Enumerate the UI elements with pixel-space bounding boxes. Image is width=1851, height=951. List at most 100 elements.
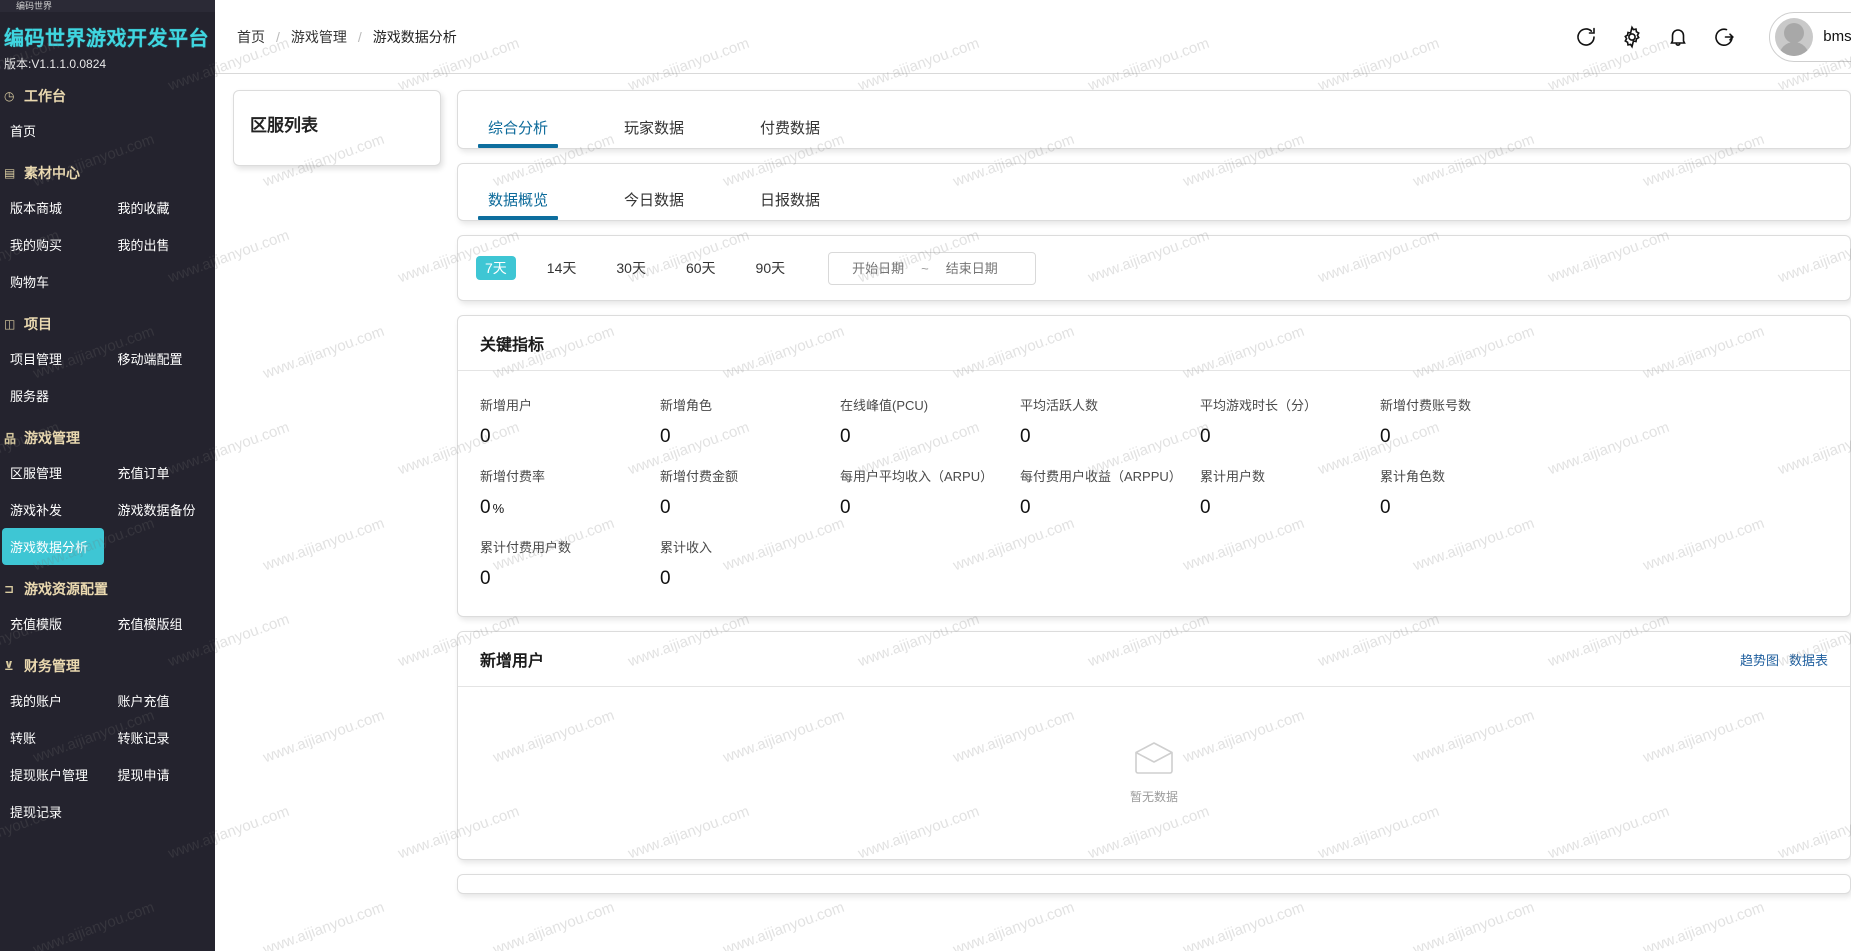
metric-value-wrap: 0 bbox=[840, 426, 1020, 448]
sidebar-item-6-2[interactable]: 账户充值 bbox=[108, 682, 216, 719]
chart-action-2[interactable]: 数据表 bbox=[1789, 650, 1828, 669]
subtab-2[interactable]: 今日数据 bbox=[618, 193, 690, 220]
sidebar-item-4-3[interactable]: 游戏补发 bbox=[0, 491, 108, 528]
sidebar-group-6[interactable]: ⊻ 财务管理 bbox=[0, 642, 215, 682]
finance-icon: ⊻ bbox=[4, 659, 18, 673]
new-users-chart-title: 新增用户 bbox=[480, 647, 544, 671]
metric-cell: 新增付费率 0% bbox=[480, 456, 660, 527]
metric-label: 累计用户数 bbox=[1200, 466, 1380, 485]
metric-value-wrap: 0 bbox=[660, 426, 840, 448]
sidebar-group-links: 我的账户账户充值转账转账记录提现账户管理提现申请提现记录 bbox=[0, 682, 215, 830]
metric-label: 累计收入 bbox=[660, 537, 840, 556]
metric-label: 平均活跃人数 bbox=[1020, 395, 1200, 414]
sidebar-item-6-3[interactable]: 转账 bbox=[0, 719, 108, 756]
top-bar-actions: bmsj123 bbox=[1573, 12, 1851, 62]
sidebar-item-2-5[interactable]: 购物车 bbox=[0, 263, 108, 300]
sidebar-item-6-1[interactable]: 我的账户 bbox=[0, 682, 108, 719]
subtab-3[interactable]: 日报数据 bbox=[754, 193, 826, 220]
sidebar-item-3-2[interactable]: 移动端配置 bbox=[108, 340, 216, 377]
range-button-4[interactable]: 60天 bbox=[677, 256, 725, 281]
metric-cell: 累计用户数 0 bbox=[1200, 456, 1380, 527]
sidebar-item-6-6[interactable]: 提现申请 bbox=[108, 756, 216, 793]
sidebar-item-3-1[interactable]: 项目管理 bbox=[0, 340, 108, 377]
end-date-input[interactable] bbox=[933, 261, 1011, 276]
sidebar-group-label: 财务管理 bbox=[24, 656, 80, 676]
range-button-3[interactable]: 30天 bbox=[607, 256, 655, 281]
sidebar-group-2[interactable]: ▤素材中心 bbox=[0, 149, 215, 189]
sidebar-item-4-1[interactable]: 区服管理 bbox=[0, 454, 108, 491]
sidebar-group-4[interactable]: 品游戏管理 bbox=[0, 414, 215, 454]
metric-cell: 平均活跃人数 0 bbox=[1020, 385, 1200, 456]
refresh-icon[interactable] bbox=[1573, 24, 1599, 50]
date-range-tilde: ~ bbox=[917, 261, 933, 276]
breadcrumb-item-game-management[interactable]: 游戏管理 bbox=[289, 27, 349, 47]
logout-icon[interactable] bbox=[1711, 24, 1737, 50]
metric-value-wrap: 0 bbox=[480, 568, 660, 590]
sidebar-item-4-2[interactable]: 充值订单 bbox=[108, 454, 216, 491]
metric-value: 0 bbox=[660, 426, 671, 447]
metric-label: 每用户平均收入（ARPU） bbox=[840, 466, 1020, 485]
empty-state-text: 暂无数据 bbox=[1130, 788, 1178, 805]
project-icon: ◫ bbox=[4, 317, 18, 331]
sidebar-item-2-1[interactable]: 版本商城 bbox=[0, 189, 108, 226]
breadcrumb-separator: / bbox=[267, 29, 289, 45]
sidebar-group-1[interactable]: ◷工作台 bbox=[0, 72, 215, 112]
sidebar-item-2-2[interactable]: 我的收藏 bbox=[108, 189, 216, 226]
metrics-row: 新增用户0新增角色0在线峰值(PCU)0平均活跃人数0平均游戏时长（分）0新增付… bbox=[458, 385, 1850, 456]
range-button-2[interactable]: 14天 bbox=[538, 256, 586, 281]
sidebar-group-links: 版本商城我的收藏我的购买我的出售购物车 bbox=[0, 189, 215, 300]
tab-2[interactable]: 玩家数据 bbox=[618, 121, 690, 148]
metric-cell: 累计收入0 bbox=[660, 527, 840, 598]
sidebar-group-3[interactable]: ◫项目 bbox=[0, 300, 215, 340]
tab-1[interactable]: 综合分析 bbox=[482, 121, 554, 148]
tab-3[interactable]: 付费数据 bbox=[754, 121, 826, 148]
metric-value: 0 bbox=[1200, 497, 1211, 518]
sidebar-item-6-4[interactable]: 转账记录 bbox=[108, 719, 216, 756]
gear-icon[interactable] bbox=[1619, 24, 1645, 50]
new-users-chart-body: 暂无数据 bbox=[458, 687, 1850, 859]
sidebar-item-2-3[interactable]: 我的购买 bbox=[0, 226, 108, 263]
metric-value: 0 bbox=[1380, 426, 1391, 447]
metric-label: 在线峰值(PCU) bbox=[840, 395, 1020, 414]
metric-value-wrap: 0 bbox=[1020, 426, 1200, 448]
user-menu[interactable]: bmsj123 bbox=[1769, 12, 1851, 62]
metric-label: 累计角色数 bbox=[1380, 466, 1560, 485]
date-range-picker[interactable]: ~ bbox=[828, 252, 1036, 285]
sidebar-item-4-5[interactable]: 游戏数据分析 bbox=[2, 528, 104, 565]
sidebar-item-6-7[interactable]: 提现记录 bbox=[0, 793, 108, 830]
secondary-tabs: 数据概览 今日数据 日报数据 bbox=[458, 164, 1850, 220]
subtab-1[interactable]: 数据概览 bbox=[482, 193, 554, 220]
sidebar-item-3-3[interactable]: 服务器 bbox=[0, 377, 108, 414]
game-icon: 品 bbox=[4, 430, 18, 447]
sidebar-item-6-5[interactable]: 提现账户管理 bbox=[0, 756, 108, 793]
range-button-5[interactable]: 90天 bbox=[747, 256, 795, 281]
range-button-1[interactable]: 7天 bbox=[476, 256, 516, 281]
metric-value-wrap: 0 bbox=[1020, 497, 1200, 519]
sidebar-item-1-1[interactable]: 首页 bbox=[0, 112, 108, 149]
dashboard-icon: ◷ bbox=[4, 89, 18, 103]
metric-value: 0 bbox=[840, 426, 851, 447]
metric-cell: 累计付费用户数 0 bbox=[480, 527, 660, 598]
metric-label: 累计付费用户数 bbox=[480, 537, 660, 556]
sidebar-item-2-4[interactable]: 我的出售 bbox=[108, 226, 216, 263]
sidebar-group-5[interactable]: ⊐游戏资源配置 bbox=[0, 565, 215, 605]
sidebar-item-4-4[interactable]: 游戏数据备份 bbox=[108, 491, 216, 528]
metric-cell: 每用户平均收入（ARPU）0 bbox=[840, 456, 1020, 527]
metric-value-wrap: 0 bbox=[660, 497, 840, 519]
metric-value: 0 bbox=[480, 497, 491, 518]
chart-action-1[interactable]: 趋势图 bbox=[1740, 650, 1779, 669]
key-metrics-card: 关键指标 新增用户0新增角色0在线峰值(PCU)0平均活跃人数0平均游戏时长（分… bbox=[457, 315, 1851, 617]
sidebar-group-links: 区服管理充值订单游戏补发游戏数据备份游戏数据分析 bbox=[0, 454, 215, 565]
metric-value-wrap: 0% bbox=[480, 497, 660, 519]
analysis-column: 综合分析 玩家数据 付费数据 数据概览 今日数据 日报数据 7天 14天 30天 60天 90天… bbox=[457, 90, 1851, 951]
start-date-input[interactable] bbox=[839, 261, 917, 276]
metric-value: 0 bbox=[1020, 497, 1031, 518]
sidebar-nav: ◷工作台首页▤素材中心版本商城我的收藏我的购买我的出售购物车◫项目项目管理移动端… bbox=[0, 72, 215, 830]
sidebar-item-5-2[interactable]: 充值模版组 bbox=[108, 605, 216, 642]
sidebar-item-5-1[interactable]: 充值模版 bbox=[0, 605, 108, 642]
bell-icon[interactable] bbox=[1665, 24, 1691, 50]
breadcrumb-item-home[interactable]: 首页 bbox=[235, 27, 267, 47]
metric-label: 新增付费率 bbox=[480, 466, 660, 485]
metric-cell: 新增付费账号数0 bbox=[1380, 385, 1560, 456]
metric-value: 0 bbox=[480, 426, 491, 447]
